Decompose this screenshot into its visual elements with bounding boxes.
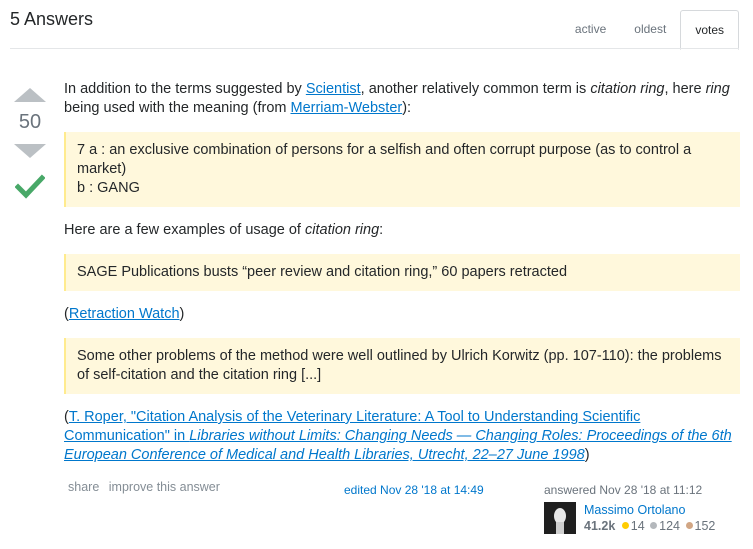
accepted-checkmark-icon — [14, 174, 46, 199]
header-divider — [10, 48, 739, 49]
quote-line: 7 a : an exclusive combination of person… — [77, 142, 692, 177]
link-roper-citation[interactable]: T. Roper, "Citation Analysis of the Vete… — [64, 409, 732, 463]
link-merriam-webster[interactable]: Merriam-Webster — [291, 100, 403, 116]
avatar-image-icon — [544, 502, 576, 534]
blockquote-example-1: SAGE Publications busts “peer review and… — [64, 254, 740, 291]
sort-tabs: active oldest votes — [561, 10, 739, 50]
silver-badge-count: 124 — [659, 519, 681, 533]
text: ): — [402, 100, 412, 116]
blockquote-definition: 7 a : an exclusive combination of person… — [64, 132, 740, 207]
bronze-badge-icon — [685, 522, 693, 529]
text: , here — [664, 81, 706, 97]
bronze-badge-count: 152 — [694, 519, 716, 533]
quote-line: SAGE Publications busts “peer review and… — [77, 264, 568, 280]
source-retraction-watch: (Retraction Watch) — [64, 305, 740, 324]
improve-answer-link[interactable]: improve this answer — [109, 480, 220, 494]
user-reputation-row: 41.2k 14 124 152 — [584, 518, 717, 534]
link-scientist[interactable]: Scientist — [306, 81, 361, 97]
source-roper: (T. Roper, "Citation Analysis of the Vet… — [64, 408, 740, 465]
text: In addition to the terms suggested by — [64, 81, 306, 97]
avatar[interactable] — [544, 502, 576, 534]
user-card: answered Nov 28 '18 at 11:12 Massimo Ort… — [544, 483, 744, 534]
gold-badge-icon — [621, 522, 629, 529]
link-retraction-watch[interactable]: Retraction Watch — [69, 306, 180, 322]
user-name-link[interactable]: Massimo Ortolano — [584, 502, 717, 518]
answer-body: In addition to the terms suggested by Sc… — [64, 80, 740, 479]
answers-count-heading: 5 Answers — [10, 9, 94, 29]
edited-timestamp[interactable]: edited Nov 28 '18 at 14:49 — [344, 483, 484, 497]
answer-paragraph-2: Here are a few examples of usage of cita… — [64, 221, 740, 240]
post-menu: share improve this answer — [68, 480, 226, 494]
text: Here are a few examples of usage of — [64, 222, 305, 238]
reputation-score: 41.2k — [584, 519, 616, 533]
vote-cell: 50 — [10, 88, 50, 205]
vote-count: 50 — [18, 111, 42, 133]
upvote-arrow-icon[interactable] — [14, 88, 46, 102]
text: being used with the meaning (from — [64, 100, 291, 116]
silver-badge-icon — [650, 522, 658, 529]
emphasis: citation ring — [305, 222, 380, 238]
tab-oldest[interactable]: oldest — [620, 10, 680, 48]
quote-line: Some other problems of the method were w… — [77, 348, 722, 383]
text: , another relatively common term is — [360, 81, 591, 97]
blockquote-example-2: Some other problems of the method were w… — [64, 338, 740, 394]
emphasis: ring — [705, 81, 730, 97]
text: ) — [179, 306, 185, 322]
share-link[interactable]: share — [68, 480, 99, 494]
tab-votes[interactable]: votes — [680, 10, 739, 50]
quote-line: b : GANG — [77, 180, 140, 196]
gold-badge-count: 14 — [630, 519, 645, 533]
tab-active[interactable]: active — [561, 10, 620, 48]
answer-paragraph-1: In addition to the terms suggested by Sc… — [64, 80, 740, 118]
emphasis: citation ring — [590, 81, 665, 97]
downvote-arrow-icon[interactable] — [14, 144, 46, 158]
text: : — [379, 222, 384, 238]
text: ) — [584, 447, 590, 463]
answered-timestamp: answered Nov 28 '18 at 11:12 — [544, 483, 703, 497]
